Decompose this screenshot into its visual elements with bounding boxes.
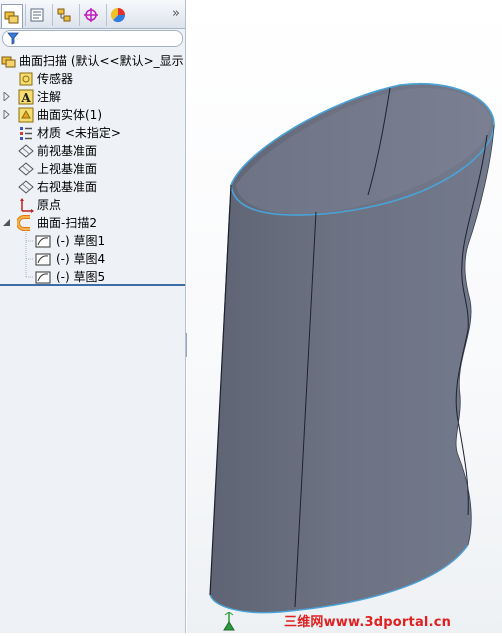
tree-item-label: 前视基准面 xyxy=(37,144,98,158)
tree-item-label: (-) 草图4 xyxy=(56,252,106,266)
tree-item-label: 上视基准面 xyxy=(37,162,98,176)
tree-item-label: (-) 草图5 xyxy=(56,270,106,284)
feature-manager-panel: » 曲面扫描 (默认<<默认>_显示 传感器 A 注解 曲面实体(1) 材质 <… xyxy=(0,0,186,633)
tab-feature-manager[interactable] xyxy=(1,4,23,28)
feature-manager-icon xyxy=(4,11,19,23)
tree-item-label: 右视基准面 xyxy=(37,180,98,194)
origin-marker-icon xyxy=(223,612,235,631)
panel-divider xyxy=(0,284,185,286)
tree-filter-input[interactable] xyxy=(2,30,183,47)
tree-item-label: 注解 xyxy=(37,90,62,104)
tree-item-label: (-) 草图1 xyxy=(56,234,106,248)
tree-item-label: 曲面-扫描2 xyxy=(37,216,97,230)
display-manager-icon xyxy=(110,7,125,23)
tab-configuration-manager[interactable] xyxy=(52,4,74,26)
filter-icon xyxy=(7,32,19,45)
dimxpert-icon xyxy=(83,8,98,22)
manager-tab-bar: » xyxy=(0,0,185,29)
tree-item-label: 原点 xyxy=(37,198,62,212)
site-watermark: 三维网www.3dportal.cn xyxy=(284,615,452,630)
tree-item-label: 材质 <未指定> xyxy=(37,126,121,140)
configuration-manager-icon xyxy=(57,8,70,22)
tab-dimxpert-manager[interactable] xyxy=(79,4,101,26)
tab-display-manager[interactable] xyxy=(106,4,128,26)
tree-item-label: 传感器 xyxy=(37,72,74,86)
swept-surface-model[interactable] xyxy=(187,0,502,633)
tree-item-label: 曲面实体(1) xyxy=(37,108,102,122)
graphics-area[interactable] xyxy=(187,0,502,633)
tab-property-manager[interactable] xyxy=(25,4,47,26)
tree-root-label: 曲面扫描 (默认<<默认>_显示 xyxy=(19,54,184,68)
tree-connector-lines xyxy=(25,228,34,278)
chevron-right-icon[interactable]: » xyxy=(169,6,183,22)
property-manager-icon xyxy=(30,8,43,22)
